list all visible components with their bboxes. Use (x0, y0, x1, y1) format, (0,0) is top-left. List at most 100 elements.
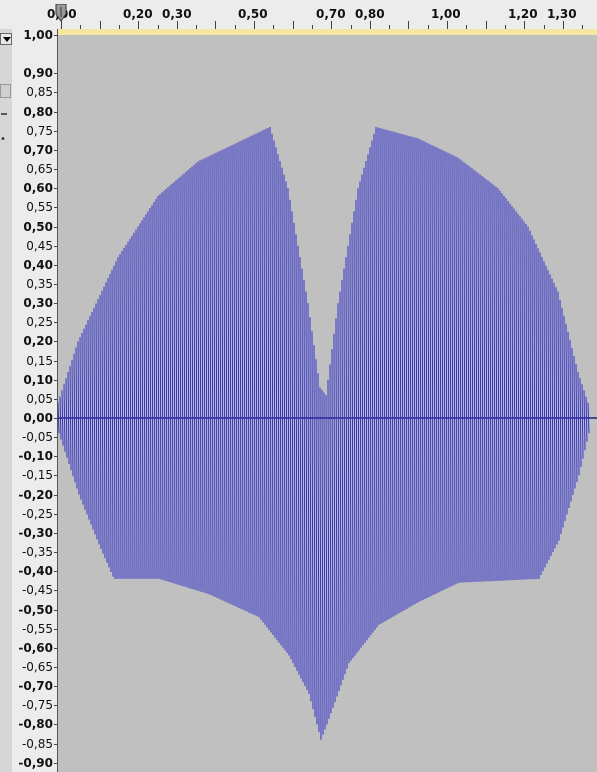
time-label: 1,30 (547, 7, 577, 21)
amplitude-label: -0,25 (21, 506, 53, 521)
amplitude-tick (54, 341, 57, 343)
amplitude-tick (54, 379, 57, 381)
amplitude-tick (54, 245, 57, 247)
amplitude-tick (54, 169, 57, 171)
amplitude-tick (54, 188, 57, 190)
amplitude-label: -0,60 (18, 640, 53, 655)
amplitude-tick (54, 207, 57, 209)
amplitude-tick (54, 609, 57, 611)
amplitude-tick (54, 283, 57, 285)
amplitude-tick (54, 724, 57, 726)
amplitude-label: -0,80 (18, 717, 53, 732)
amplitude-label: 0,05 (26, 391, 53, 406)
waveform-area[interactable] (58, 35, 597, 772)
ruler-tick (61, 21, 62, 29)
amplitude-tick (54, 456, 57, 458)
amplitude-label: 0,55 (26, 200, 53, 215)
ruler-tick (369, 21, 371, 29)
amplitude-label: 0,30 (23, 296, 53, 311)
amplitude-tick (54, 647, 57, 649)
amplitude-label: 0,35 (26, 276, 53, 291)
amplitude-tick (54, 705, 57, 707)
amplitude-tick (54, 494, 57, 496)
ruler-tick (292, 21, 294, 29)
ruler-tick (215, 21, 217, 29)
amplitude-tick (54, 92, 57, 94)
ruler-tick (176, 21, 178, 29)
amplitude-tick (54, 418, 57, 419)
amplitude-label: 1,00 (23, 28, 53, 42)
amplitude-tick (54, 666, 57, 668)
amplitude-label: 0,50 (23, 219, 53, 234)
time-label: 0,30 (162, 7, 192, 21)
ruler-tick (408, 21, 410, 29)
amplitude-tick (54, 149, 57, 151)
amplitude-label: -0,10 (18, 449, 53, 464)
amplitude-ruler: 1,00 0,90 0,85 0,80 0,75 0,70 0,65 0,60 0,55 0,50… (12, 28, 58, 772)
amplitude-label: -0,05 (21, 430, 53, 445)
amplitude-tick (54, 762, 57, 764)
amplitude-label: 0,45 (26, 238, 53, 253)
amplitude-label: -0,55 (21, 621, 53, 636)
amplitude-label: -0,50 (18, 602, 53, 617)
amplitude-tick (54, 532, 57, 534)
amplitude-tick (54, 303, 57, 305)
amplitude-label: -0,85 (21, 736, 53, 751)
waveform (58, 126, 597, 740)
time-label: 1,20 (508, 7, 538, 21)
amplitude-tick (54, 552, 57, 554)
amplitude-label: 0,40 (23, 257, 53, 272)
amplitude-label: 0,90 (23, 66, 53, 81)
amplitude-label: -0,40 (18, 564, 53, 579)
amplitude-label: -0,45 (21, 583, 53, 598)
amplitude-label: -0,75 (21, 698, 53, 713)
minus-icon[interactable] (1, 113, 7, 115)
amplitude-tick (54, 513, 57, 515)
amplitude-label: 0,00 (23, 411, 53, 425)
amplitude-tick (54, 475, 57, 477)
amplitude-label: 0,25 (26, 315, 53, 330)
amplitude-label: 0,70 (23, 142, 53, 157)
amplitude-label: 0,75 (26, 123, 53, 138)
amplitude-label: -0,65 (21, 659, 53, 674)
ruler-tick (99, 21, 101, 29)
amplitude-label: 0,60 (23, 181, 53, 196)
ruler-tick (562, 21, 564, 29)
amplitude-tick (54, 628, 57, 630)
dropdown-arrow-icon[interactable] (0, 33, 12, 45)
amplitude-label: -0,30 (18, 525, 53, 540)
amplitude-tick (54, 571, 57, 573)
ruler-tick (524, 21, 526, 29)
ruler-tick (331, 21, 333, 29)
amplitude-tick (54, 743, 57, 745)
time-label: 0,70 (316, 7, 346, 21)
amplitude-label: 0,65 (26, 162, 53, 177)
amplitude-tick (54, 322, 57, 324)
amplitude-tick (54, 264, 57, 266)
amplitude-label: 0,10 (23, 372, 53, 387)
time-label: 0,80 (355, 7, 385, 21)
amplitude-tick (54, 398, 57, 400)
amplitude-tick (54, 35, 57, 36)
time-label: 0,20 (123, 7, 153, 21)
amplitude-label: -0,90 (18, 755, 53, 770)
track-button[interactable] (0, 84, 11, 98)
amplitude-tick (54, 111, 57, 113)
amplitude-label: -0,70 (18, 679, 53, 694)
play-head-icon[interactable] (55, 4, 67, 22)
amplitude-tick (54, 360, 57, 362)
amplitude-label: 0,20 (23, 334, 53, 349)
amplitude-tick (54, 437, 57, 439)
amplitude-tick (54, 686, 57, 688)
amplitude-label: 0,15 (26, 353, 53, 368)
amplitude-label: -0,15 (21, 468, 53, 483)
amplitude-tick (54, 226, 57, 228)
amplitude-label: 0,85 (26, 85, 53, 100)
waveform-path (58, 126, 590, 740)
amplitude-label: 0,80 (23, 104, 53, 119)
timeline-ruler[interactable]: 0,00 0,20 0,30 0,50 0,70 0,80 1,00 1,20 … (0, 0, 597, 30)
ruler-tick (485, 21, 487, 29)
pan-icon[interactable]: • (0, 134, 6, 145)
amplitude-label: -0,20 (18, 487, 53, 502)
time-label: 1,00 (431, 7, 461, 21)
